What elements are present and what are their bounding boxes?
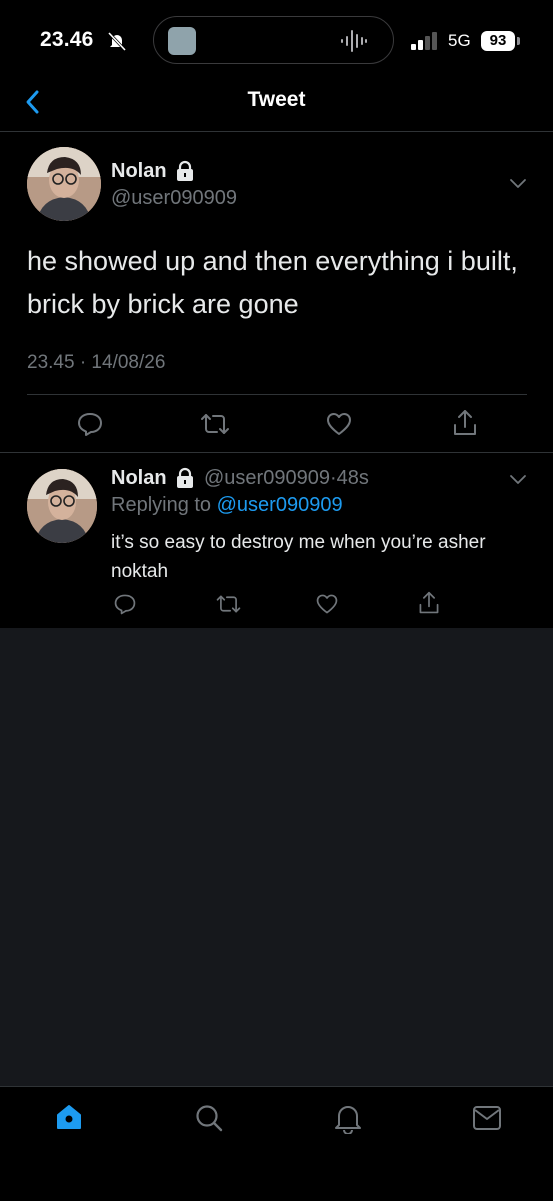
tweet-text: he showed up and then everything i built… — [27, 246, 518, 319]
replying-to-handle[interactable]: @user090909 — [217, 494, 343, 516]
reply-time[interactable]: 48s — [337, 467, 369, 489]
bell-icon[interactable] — [334, 1102, 362, 1134]
heart-icon[interactable] — [315, 592, 339, 616]
reply-icon[interactable] — [113, 592, 137, 616]
battery-cap — [517, 37, 520, 45]
retweet-icon[interactable] — [199, 411, 231, 437]
reply-author-name[interactable]: Nolan — [111, 467, 167, 489]
home-icon[interactable] — [55, 1103, 83, 1131]
search-icon[interactable] — [194, 1103, 224, 1133]
lock-icon — [177, 467, 193, 488]
tweet-divider — [0, 452, 553, 453]
status-time: 23.46 — [40, 28, 94, 51]
page-title: Tweet — [247, 88, 306, 111]
reply-header: Nolan — [111, 467, 167, 490]
chevron-down-icon[interactable] — [508, 472, 528, 486]
bottom-tab-bar — [0, 1086, 553, 1201]
author-name[interactable]: Nolan — [111, 160, 167, 182]
battery-level: 93 — [481, 31, 515, 51]
avatar[interactable] — [27, 147, 101, 221]
signal-strength-icon — [411, 32, 437, 50]
chevron-down-icon[interactable] — [508, 176, 528, 190]
author-handle[interactable]: @user090909 — [111, 187, 237, 210]
share-icon[interactable] — [451, 408, 479, 438]
header-divider — [0, 131, 553, 132]
mail-icon[interactable] — [472, 1105, 502, 1131]
lock-icon — [177, 160, 193, 181]
meta-divider — [27, 394, 527, 395]
tweet-timestamp[interactable]: 23.45 · 14/08/26 — [27, 352, 165, 374]
reply-avatar[interactable] — [27, 469, 97, 543]
bell-muted-icon — [107, 31, 127, 52]
empty-content-area — [0, 628, 553, 1086]
reply-author-handle[interactable]: @user090909 — [204, 467, 330, 489]
replying-to: Replying to @user090909 — [111, 494, 343, 517]
replying-to-prefix: Replying to — [111, 494, 212, 516]
heart-icon[interactable] — [325, 410, 353, 438]
author-name-row: Nolan — [111, 160, 167, 183]
meta-separator: · — [329, 467, 337, 489]
audio-waveform-icon — [341, 30, 367, 52]
reply-meta: @user090909·48s — [204, 467, 369, 490]
now-playing-app-icon — [168, 27, 196, 55]
network-type: 5G — [448, 31, 471, 50]
dynamic-island[interactable] — [153, 16, 394, 64]
retweet-icon[interactable] — [215, 593, 242, 615]
reply-icon[interactable] — [76, 410, 104, 438]
share-icon[interactable] — [417, 590, 441, 616]
reply-text: it’s so easy to destroy me when you’re a… — [111, 532, 486, 582]
